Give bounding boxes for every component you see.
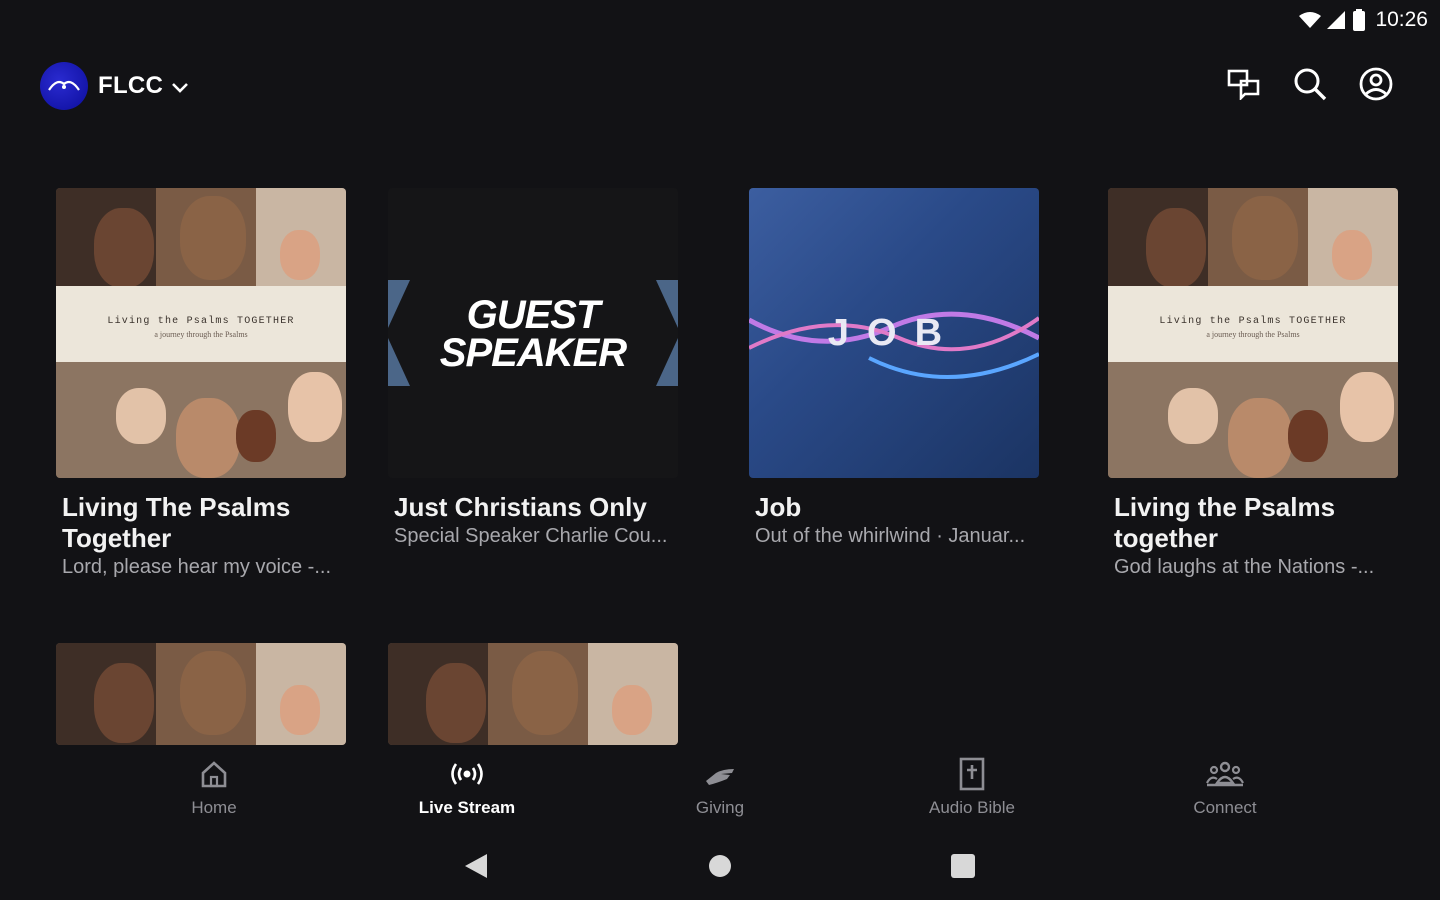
status-bar: 10:26 <box>0 0 1440 40</box>
card-title: Just Christians Only <box>394 492 647 522</box>
series-thumbnail: GUEST SPEAKER <box>388 188 678 478</box>
live-stream-icon <box>451 763 483 785</box>
wifi-icon <box>1299 12 1322 28</box>
nav-live-stream[interactable]: Live Stream <box>387 756 547 818</box>
search-button[interactable] <box>1292 66 1328 102</box>
messages-button[interactable] <box>1226 66 1262 102</box>
nav-label: Connect <box>1193 798 1257 817</box>
app-bar: FLCC <box>0 56 1440 116</box>
bottom-nav: Home Live Stream Giving Audio Bible Conn… <box>0 756 1440 826</box>
bible-icon <box>959 757 985 791</box>
nav-label: Live Stream <box>418 798 516 817</box>
art-title: GUEST SPEAKER <box>439 293 627 375</box>
back-button[interactable] <box>460 850 492 882</box>
series-card[interactable] <box>56 643 348 745</box>
series-card[interactable]: Living the Psalms TOGETHER a journey thro… <box>1108 188 1400 579</box>
connect-icon <box>1206 761 1244 787</box>
series-card[interactable]: GUEST SPEAKER Just Christians Only Speci… <box>388 188 680 548</box>
card-subtitle: Out of the whirlwind · Januar... <box>755 525 1026 547</box>
card-title: Job <box>755 492 802 522</box>
org-name: FLCC <box>98 72 164 99</box>
art-title: JOB <box>827 312 961 354</box>
home-system-button[interactable] <box>704 850 736 882</box>
card-title: Living the Psalms together <box>1114 492 1336 553</box>
series-thumbnail: Living the Psalms TOGETHER a journey thro… <box>56 188 346 478</box>
nav-giving[interactable]: Giving <box>640 756 800 818</box>
system-navigation <box>0 846 1440 886</box>
card-subtitle: Special Speaker Charlie Cou... <box>394 525 668 547</box>
search-icon <box>1294 68 1327 101</box>
chevron-down-icon <box>172 83 189 93</box>
series-thumbnail: JOB <box>749 188 1039 478</box>
recents-button[interactable] <box>947 850 979 882</box>
series-card[interactable] <box>388 643 680 745</box>
nav-label: Giving <box>695 798 745 817</box>
series-thumbnail <box>388 643 678 745</box>
series-thumbnail: Living the Psalms TOGETHER a journey thro… <box>1108 188 1398 478</box>
nav-connect[interactable]: Connect <box>1145 756 1305 818</box>
recents-icon <box>951 854 975 878</box>
battery-icon <box>1353 9 1366 31</box>
art-subtitle: a journey through the Psalms <box>1206 330 1300 339</box>
chat-icon <box>1227 69 1260 100</box>
home-icon <box>201 761 227 788</box>
nav-audio-bible[interactable]: Audio Bible <box>892 756 1052 818</box>
series-card[interactable]: Living the Psalms TOGETHER a journey thro… <box>56 188 348 579</box>
art-title: Living the Psalms TOGETHER <box>107 316 295 327</box>
clock: 10:26 <box>1375 8 1428 31</box>
cell-signal-icon <box>1327 11 1346 29</box>
nav-label: Home <box>191 798 237 817</box>
nav-home[interactable]: Home <box>134 756 294 818</box>
church-logo <box>40 62 88 110</box>
art-subtitle: a journey through the Psalms <box>154 330 248 339</box>
card-subtitle: Lord, please hear my voice -... <box>62 556 332 578</box>
back-icon <box>465 854 487 878</box>
account-icon <box>1359 67 1393 101</box>
card-title: Living The Psalms Together <box>62 492 291 553</box>
org-switcher[interactable]: FLCC <box>40 62 189 110</box>
card-subtitle: God laughs at the Nations -... <box>1114 556 1375 578</box>
nav-label: Audio Bible <box>928 798 1015 817</box>
profile-button[interactable] <box>1358 66 1394 102</box>
series-thumbnail <box>56 643 346 745</box>
art-title: Living the Psalms TOGETHER <box>1159 316 1347 327</box>
circle-home-icon <box>709 855 731 877</box>
giving-icon <box>706 769 734 785</box>
series-card[interactable]: JOB Job Out of the whirlwind · Januar... <box>749 188 1041 548</box>
